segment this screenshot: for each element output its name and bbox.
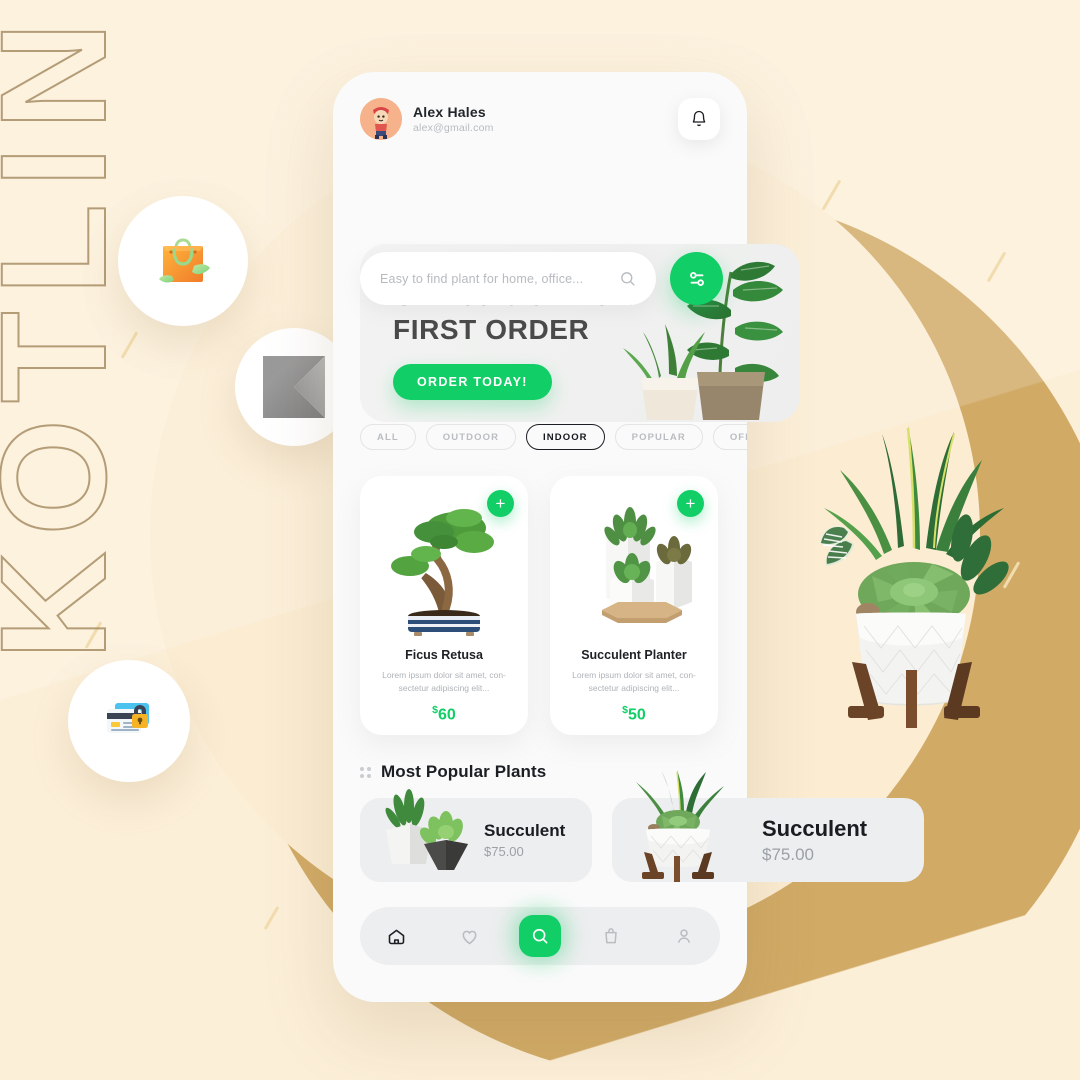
- notification-bell-icon: [692, 110, 706, 127]
- product-price: $60: [360, 704, 528, 724]
- hero-plant-image: [820, 426, 1009, 728]
- bag-icon: [605, 928, 617, 944]
- sliders-filter-icon: [689, 271, 704, 286]
- product-price-value: 50: [628, 706, 646, 724]
- notification-bell-button[interactable]: [678, 98, 720, 140]
- dot-grid-icon: [360, 766, 371, 778]
- most-popular-title: Most Popular Plants: [381, 762, 547, 781]
- user-name: Alex Hales: [413, 104, 486, 120]
- nav-search-button[interactable]: [518, 915, 561, 957]
- heart-icon: [462, 930, 477, 944]
- most-popular-row: Succulent $75.00 Succulent $75.00: [360, 770, 924, 882]
- search-row: [360, 252, 723, 305]
- shopping-bag-eco-badge[interactable]: [118, 196, 248, 326]
- product-card-grid: + Ficus Retusa Lorem ipsum dolor sit ame…: [360, 476, 718, 735]
- search-box[interactable]: [360, 252, 656, 305]
- product-description: Lorem ipsum dolor sit amet, con-sectetur…: [382, 670, 506, 693]
- decor-dash: [986, 251, 1007, 283]
- category-chip-outdoor[interactable]: OUTDOOR: [425, 424, 517, 450]
- category-chip-office[interactable]: OFFICE: [712, 424, 747, 450]
- user-email: alex@gmail.com: [413, 122, 494, 134]
- profile-header[interactable]: Alex Hales alex@gmail.com: [360, 98, 494, 140]
- category-chip-popular[interactable]: POPULAR: [614, 424, 703, 450]
- phone-mockup: GET 30% OFF ON FIRST ORDER ORDER TODAY!: [333, 72, 924, 1002]
- product-title: Succulent Planter: [581, 648, 687, 662]
- popular-plant-card[interactable]: Succulent $75.00: [612, 770, 924, 882]
- search-icon[interactable]: [619, 270, 636, 287]
- succulent-planter-image: [602, 507, 692, 623]
- category-chip-row[interactable]: ALL OUTDOOR INDOOR POPULAR OFFICE GA: [360, 424, 747, 450]
- secure-payment-badge[interactable]: [68, 660, 190, 782]
- search-icon: [532, 928, 548, 944]
- popular-plant-price: $75.00: [762, 844, 814, 864]
- user-avatar-icon: [360, 98, 402, 140]
- product-price: $50: [550, 704, 718, 724]
- popular-plant-name: Succulent: [484, 821, 566, 840]
- nav-favorites-button[interactable]: [446, 913, 492, 959]
- nav-profile-button[interactable]: [661, 913, 707, 959]
- bottom-navigation: [360, 907, 720, 965]
- popular-plant-price: $75.00: [484, 844, 524, 859]
- product-card[interactable]: +: [360, 476, 528, 735]
- product-card[interactable]: +: [550, 476, 718, 735]
- profile-icon: [677, 929, 690, 943]
- kotlin-watermark: KOTLIN: [0, 5, 138, 661]
- bonsai-tree-image: [391, 509, 494, 636]
- succulent-white-pot-image: [636, 770, 724, 882]
- category-chip-all[interactable]: ALL: [360, 424, 416, 450]
- search-input[interactable]: [380, 271, 619, 286]
- product-price-value: 60: [438, 706, 456, 724]
- home-icon: [388, 929, 405, 944]
- decor-dash: [821, 179, 842, 211]
- succulent-pair-image: [385, 789, 468, 870]
- product-title: Ficus Retusa: [405, 648, 483, 662]
- kotlin-logo-icon: [263, 356, 325, 418]
- popular-plant-name: Succulent: [762, 815, 868, 841]
- most-popular-header: Most Popular Plants: [360, 762, 546, 782]
- nav-home-button[interactable]: [373, 913, 419, 959]
- nav-bag-button[interactable]: [588, 913, 634, 959]
- shopping-bag-icon: [159, 238, 210, 283]
- credit-card-lock-icon: [107, 703, 149, 733]
- filter-button[interactable]: [670, 252, 723, 305]
- product-description: Lorem ipsum dolor sit amet, con-sectetur…: [572, 670, 696, 693]
- avatar[interactable]: [360, 98, 402, 140]
- category-chip-indoor[interactable]: INDOOR: [526, 424, 605, 450]
- popular-plant-card[interactable]: Succulent $75.00: [360, 789, 592, 882]
